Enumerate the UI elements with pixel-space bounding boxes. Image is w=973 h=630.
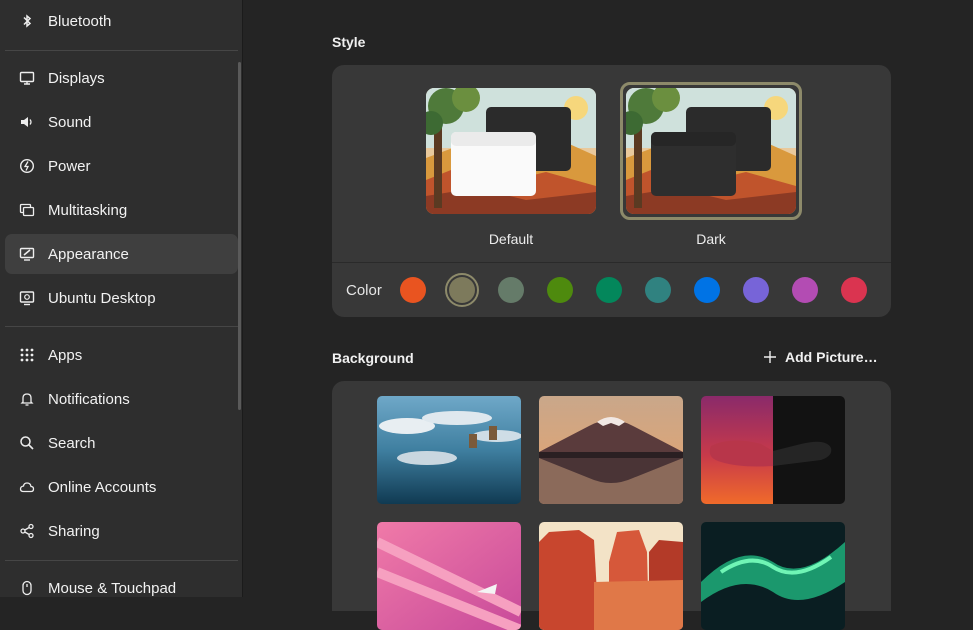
numbat-image xyxy=(701,396,845,504)
sidebar-item-apps[interactable]: Apps xyxy=(5,335,238,375)
mount-fuji-image xyxy=(539,396,683,504)
sidebar-item-sound[interactable]: Sound xyxy=(5,102,238,142)
cloud-icon xyxy=(19,479,35,495)
red-canyon-image xyxy=(539,522,683,630)
sidebar-item-sharing[interactable]: Sharing xyxy=(5,511,238,551)
sidebar-item-search[interactable]: Search xyxy=(5,423,238,463)
accent-color-swatch[interactable] xyxy=(792,277,818,303)
mouse-icon xyxy=(19,580,35,596)
wallpaper-numbat[interactable] xyxy=(701,396,845,504)
bluetooth-icon xyxy=(19,13,35,29)
sidebar-item-label: Online Accounts xyxy=(48,478,157,496)
sidebar-item-notifications[interactable]: Notifications xyxy=(5,379,238,419)
add-picture-label: Add Picture… xyxy=(785,349,878,365)
style-dark-preview[interactable] xyxy=(626,88,796,214)
accent-color-swatch[interactable] xyxy=(547,277,573,303)
sidebar-item-displays[interactable]: Displays xyxy=(5,58,238,98)
sidebar-item-bluetooth[interactable]: Bluetooth xyxy=(5,1,238,41)
wallpaper-mount-fuji[interactable] xyxy=(539,396,683,504)
bell-icon xyxy=(19,391,35,407)
accent-color-swatch[interactable] xyxy=(498,277,524,303)
ubuntu-desktop-icon xyxy=(19,290,35,306)
pink-abstract-image xyxy=(377,522,521,630)
accent-color-swatch[interactable] xyxy=(645,277,671,303)
wallpaper-red-canyon[interactable] xyxy=(539,522,683,630)
sidebar-item-ubuntu-desktop[interactable]: Ubuntu Desktop xyxy=(5,278,238,318)
landscape-preview-image xyxy=(626,88,796,214)
wallpaper-pink-abstract[interactable] xyxy=(377,522,521,630)
wallpaper-aurora[interactable] xyxy=(701,522,845,630)
sidebar-item-label: Displays xyxy=(48,69,105,87)
sidebar-item-label: Multitasking xyxy=(48,201,128,219)
sidebar-item-label: Bluetooth xyxy=(48,12,112,30)
sidebar-item-label: Power xyxy=(48,157,91,175)
sidebar-item-label: Notifications xyxy=(48,390,130,408)
sidebar-item-multitasking[interactable]: Multitasking xyxy=(5,190,238,230)
accent-color-swatch[interactable] xyxy=(400,277,426,303)
sidebar-item-label: Mouse & Touchpad xyxy=(48,579,177,597)
display-icon xyxy=(19,70,35,86)
style-default-label: Default xyxy=(488,231,534,247)
share-icon xyxy=(19,523,35,539)
power-icon xyxy=(19,158,35,174)
add-picture-button[interactable]: Add Picture… xyxy=(763,349,878,365)
sidebar-item-label: Apps xyxy=(48,346,83,364)
sidebar-item-label: Search xyxy=(48,434,96,452)
sidebar-scrollbar[interactable] xyxy=(238,62,241,410)
accent-color-swatch[interactable] xyxy=(596,277,622,303)
sidebar-item-power[interactable]: Power xyxy=(5,146,238,186)
sidebar-item-label: Ubuntu Desktop xyxy=(48,289,156,307)
sidebar-item-label: Appearance xyxy=(48,245,129,263)
accent-color-label: Color xyxy=(346,282,382,299)
speaker-icon xyxy=(19,114,35,130)
accent-color-swatch[interactable] xyxy=(841,277,867,303)
multitasking-icon xyxy=(19,202,35,218)
style-default-preview[interactable] xyxy=(426,88,596,214)
sidebar-item-label: Sharing xyxy=(48,522,100,540)
sidebar-separator xyxy=(5,326,238,327)
search-icon xyxy=(19,435,35,451)
sidebar-item-online-accounts[interactable]: Online Accounts xyxy=(5,467,238,507)
appearance-icon xyxy=(19,246,35,262)
accent-color-swatch[interactable] xyxy=(743,277,769,303)
accent-color-selected-ring xyxy=(445,273,479,307)
sidebar-separator xyxy=(5,560,238,561)
sidebar-separator xyxy=(5,50,238,51)
accent-color-swatch[interactable] xyxy=(694,277,720,303)
plus-icon xyxy=(763,350,777,364)
sidebar: Bluetooth Displays Sound Power Multitask… xyxy=(0,0,243,597)
sidebar-item-label: Sound xyxy=(48,113,92,131)
sidebar-item-mouse-touchpad[interactable]: Mouse & Touchpad xyxy=(5,568,238,608)
lake-reflection-image xyxy=(377,396,521,504)
style-dark-label: Dark xyxy=(696,231,726,247)
sidebar-item-appearance[interactable]: Appearance xyxy=(5,234,238,274)
style-section-title: Style xyxy=(332,34,366,50)
wallpaper-lake-reflection[interactable] xyxy=(377,396,521,504)
background-section-title: Background xyxy=(332,350,414,366)
aurora-image xyxy=(701,522,845,630)
landscape-preview-image xyxy=(426,88,596,214)
apps-grid-icon xyxy=(19,347,35,363)
